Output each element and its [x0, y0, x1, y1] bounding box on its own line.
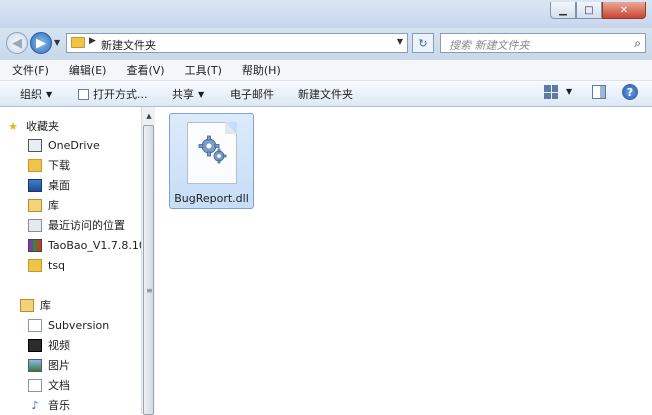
nav-label: 库 [40, 299, 51, 312]
menu-bar: 文件(F) 编辑(E) 查看(V) 工具(T) 帮助(H) [0, 60, 652, 81]
menu-tools[interactable]: 工具(T) [173, 62, 230, 78]
chevron-down-icon: ▼ [46, 89, 53, 99]
navigation-pane: ★ 收藏夹 OneDrive 下载 桌面 库 最近访问的位置 TaoBao_V1… [0, 107, 141, 414]
nav-label: 下载 [48, 159, 70, 172]
nav-scrollbar[interactable]: ▲ ≡ [141, 107, 155, 415]
nav-item-taobao[interactable]: TaoBao_V1.7.8.10_ [28, 236, 141, 254]
help-icon[interactable]: ? [622, 84, 638, 100]
library-icon [20, 298, 34, 312]
nav-label: 音乐 [48, 399, 70, 412]
close-button[interactable]: ✕ [602, 2, 646, 19]
view-dropdown-icon[interactable]: ▼ [566, 87, 572, 96]
file-name: BugReport.dll [174, 192, 249, 205]
pictures-icon [28, 358, 42, 372]
new-folder-label: 新建文件夹 [298, 88, 353, 101]
gear-icon [198, 135, 227, 164]
nav-favorites-header[interactable]: ★ 收藏夹 [6, 117, 147, 135]
folder-icon [28, 258, 42, 272]
star-icon: ★ [8, 119, 18, 133]
documents-icon [28, 378, 42, 392]
forward-button[interactable]: ▶ [30, 32, 52, 54]
search-input[interactable]: 搜索 新建文件夹 ⌕ [440, 33, 646, 53]
archive-icon [28, 238, 42, 252]
desktop-icon [28, 178, 42, 192]
open-with-button[interactable]: 打开方式... [78, 86, 148, 102]
file-item[interactable]: BugReport.dll [169, 113, 254, 209]
scroll-up-icon[interactable]: ▲ [143, 109, 155, 123]
share-label: 共享 [172, 88, 194, 101]
grip-icon: ≡ [146, 286, 153, 295]
menu-view[interactable]: 查看(V) [114, 62, 172, 78]
menu-file[interactable]: 文件(F) [0, 62, 57, 78]
search-icon[interactable]: ⌕ [634, 36, 641, 51]
chevron-down-icon: ▼ [198, 89, 205, 99]
back-button[interactable]: ◀ [6, 32, 28, 54]
nav-label: 文档 [48, 379, 70, 392]
folder-icon [71, 37, 85, 48]
title-bar: ▁ □ ✕ [0, 0, 652, 28]
address-row: ◀ ▶ ▼ ▶ 新建文件夹 ▼ ↻ 搜索 新建文件夹 ⌕ [0, 28, 652, 60]
address-bar[interactable]: ▶ 新建文件夹 ▼ [66, 33, 408, 53]
address-dropdown-icon[interactable]: ▼ [397, 37, 403, 46]
minimize-button[interactable]: ▁ [550, 2, 576, 19]
window-controls: ▁ □ ✕ [550, 2, 646, 19]
onedrive-icon [28, 138, 42, 152]
nav-label: 最近访问的位置 [48, 219, 125, 232]
search-placeholder: 搜索 新建文件夹 [449, 39, 530, 52]
organize-label: 组织 [20, 88, 42, 101]
open-with-label: 打开方式... [93, 88, 148, 101]
organize-button[interactable]: 组织 ▼ [20, 86, 52, 102]
subversion-icon [28, 318, 42, 332]
library-icon [28, 198, 42, 212]
email-label: 电子邮件 [230, 88, 274, 101]
menu-help[interactable]: 帮助(H) [230, 62, 289, 78]
nav-label: 收藏夹 [26, 120, 59, 133]
open-with-icon [78, 88, 89, 100]
nav-label: 图片 [48, 359, 70, 372]
breadcrumb-arrow-icon[interactable]: ▶ [89, 36, 96, 46]
nav-label: Subversion [48, 318, 110, 332]
nav-label: TaoBao_V1.7.8.10_ [48, 238, 141, 252]
breadcrumb-current[interactable]: 新建文件夹 [101, 37, 156, 53]
new-folder-button[interactable]: 新建文件夹 [298, 86, 353, 102]
nav-label: 库 [48, 199, 59, 212]
preview-pane-icon[interactable] [592, 85, 606, 99]
nav-libraries-header[interactable]: 库 [20, 296, 161, 314]
menu-edit[interactable]: 编辑(E) [57, 62, 115, 78]
nav-label: 桌面 [48, 179, 70, 192]
view-icon[interactable] [544, 85, 558, 99]
downloads-folder-icon [28, 158, 42, 172]
recent-places-icon [28, 218, 42, 232]
command-bar: 组织 ▼ 打开方式... 共享 ▼ 电子邮件 新建文件夹 ▼ ? [0, 81, 652, 107]
nav-label: tsq [48, 258, 66, 272]
nav-label: OneDrive [48, 138, 100, 152]
file-list[interactable]: BugReport.dll [155, 107, 652, 414]
history-dropdown-icon[interactable]: ▼ [54, 38, 60, 47]
email-button[interactable]: 电子邮件 [230, 86, 274, 102]
share-button[interactable]: 共享 ▼ [172, 86, 204, 102]
scroll-thumb[interactable]: ≡ [143, 125, 154, 415]
refresh-button[interactable]: ↻ [412, 33, 434, 53]
music-icon: ♪ [31, 398, 39, 412]
video-icon [28, 338, 42, 352]
maximize-button[interactable]: □ [576, 2, 602, 19]
nav-label: 视频 [48, 339, 70, 352]
